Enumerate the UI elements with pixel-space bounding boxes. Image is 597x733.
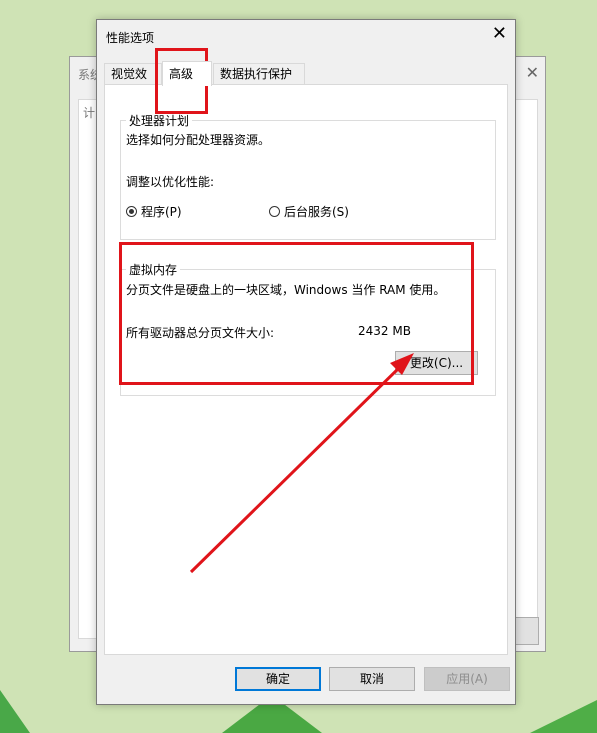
total-paging-size-label: 所有驱动器总分页文件大小: bbox=[126, 326, 275, 340]
background-triangle-left bbox=[0, 690, 30, 733]
radio-programs[interactable]: 程序(P) bbox=[126, 203, 182, 220]
radio-checked-icon bbox=[126, 206, 137, 217]
tab-visual-effects[interactable]: 视觉效果 bbox=[104, 63, 162, 102]
radio-unchecked-icon bbox=[269, 206, 280, 217]
performance-options-dialog: 性能选项 ✕ 视觉效果 高级 数据执行保护 处理器计划 选择如何分配处理器资源。… bbox=[96, 19, 516, 705]
system-properties-button-edge[interactable] bbox=[513, 617, 539, 645]
tab-data-execution-prevention[interactable]: 数据执行保护 bbox=[213, 63, 305, 85]
radio-programs-label: 程序(P) bbox=[141, 205, 182, 219]
virtual-memory-label: 虚拟内存 bbox=[129, 263, 178, 277]
apply-button: 应用(A) bbox=[424, 667, 510, 691]
radio-background-services[interactable]: 后台服务(S) bbox=[269, 203, 349, 220]
close-icon[interactable]: ✕ bbox=[492, 24, 507, 44]
background-triangle-right bbox=[530, 700, 597, 733]
virtual-memory-description: 分页文件是硬盘上的一块区域，Windows 当作 RAM 使用。 bbox=[126, 283, 446, 297]
system-properties-tab[interactable]: 计 bbox=[83, 104, 95, 121]
cancel-button[interactable]: 取消 bbox=[329, 667, 415, 691]
processor-scheduling-label: 处理器计划 bbox=[129, 114, 190, 128]
radio-background-services-label: 后台服务(S) bbox=[284, 205, 349, 219]
processor-description: 选择如何分配处理器资源。 bbox=[126, 133, 271, 147]
change-button[interactable]: 更改(C)... bbox=[395, 351, 478, 375]
tab-advanced[interactable]: 高级 bbox=[162, 61, 212, 86]
dialog-title: 性能选项 bbox=[106, 31, 155, 45]
ok-button[interactable]: 确定 bbox=[235, 667, 321, 691]
adjust-performance-label: 调整以优化性能: bbox=[126, 175, 215, 189]
system-properties-close-icon[interactable]: ✕ bbox=[526, 63, 539, 82]
advanced-tab-panel: 处理器计划 选择如何分配处理器资源。 调整以优化性能: 程序(P) 后台服务(S… bbox=[104, 84, 508, 655]
total-paging-size-value: 2432 MB bbox=[358, 324, 411, 338]
